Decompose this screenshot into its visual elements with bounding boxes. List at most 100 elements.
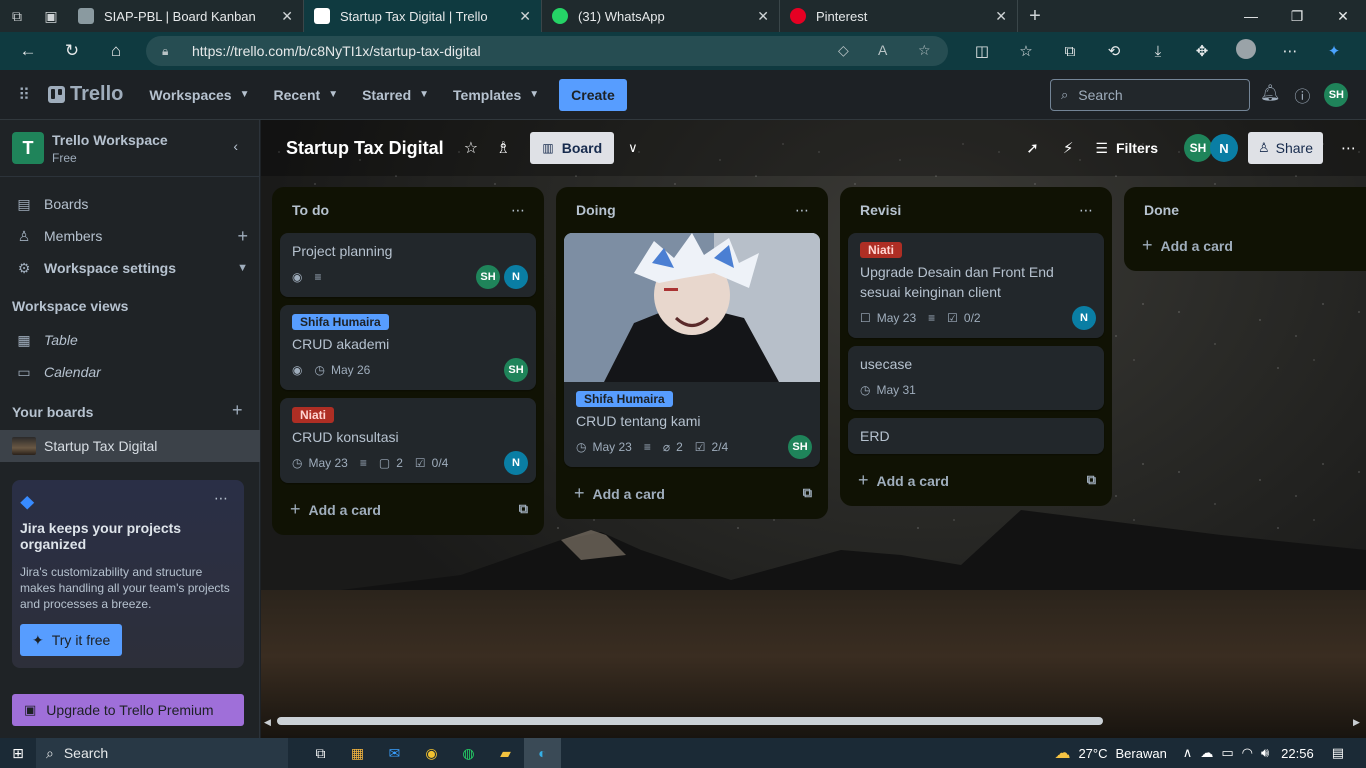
notifications-icon[interactable]: 🔔︎ — [1260, 83, 1280, 107]
vertical-tabs-icon[interactable]: ▣ — [34, 0, 68, 32]
sidebar-item-calendar[interactable]: ▭ Calendar — [0, 356, 260, 388]
list-actions-icon[interactable]: ⋯ — [795, 202, 810, 219]
member-avatar[interactable]: N — [504, 451, 528, 475]
board-member-avatar[interactable]: N — [1209, 134, 1238, 162]
member-avatar[interactable]: N — [504, 265, 528, 289]
menu-starred[interactable]: Starred ▼ — [350, 87, 441, 103]
add-card-button[interactable]: + Add a card — [1132, 227, 1366, 263]
edge-icon[interactable]: ◐ — [524, 738, 561, 768]
notifications-center-icon[interactable]: ▤ — [1332, 745, 1344, 761]
add-card-button[interactable]: + Add a card ⧉ — [848, 462, 1104, 498]
list-title[interactable]: Done — [1144, 202, 1179, 218]
visibility-icon[interactable]: ♗ — [496, 138, 510, 158]
close-tab-icon[interactable]: ✕ — [519, 8, 531, 25]
chevron-down-icon[interactable]: ∨ — [628, 140, 638, 156]
sidebar-item-members[interactable]: ♙ Members + — [0, 220, 260, 252]
menu-templates[interactable]: Templates ▼ — [441, 87, 551, 103]
app-available-icon[interactable]: ◇ — [838, 42, 849, 59]
board-title[interactable]: Startup Tax Digital — [286, 138, 444, 159]
menu-recent[interactable]: Recent ▼ — [262, 87, 351, 103]
extensions-icon[interactable]: ✥ — [1180, 42, 1224, 60]
more-options-icon[interactable]: ⋯ — [1268, 42, 1312, 60]
member-avatar[interactable]: SH — [476, 265, 500, 289]
clock-time[interactable]: 22:56 — [1281, 746, 1314, 761]
member-avatar[interactable]: SH — [788, 435, 812, 459]
close-tab-icon[interactable]: ✕ — [995, 8, 1007, 25]
weather-temperature[interactable]: 27°C — [1078, 746, 1107, 761]
help-icon[interactable]: ⓘ — [1294, 83, 1310, 107]
upgrade-premium-button[interactable]: ▣ Upgrade to Trello Premium — [12, 694, 244, 726]
close-window-icon[interactable]: ✕ — [1320, 0, 1366, 32]
workspace-name[interactable]: Trello Workspace — [52, 132, 168, 148]
card[interactable]: Niati Upgrade Desain dan Front End sesua… — [848, 233, 1104, 338]
list-actions-icon[interactable]: ⋯ — [1079, 202, 1094, 219]
collapse-sidebar-icon[interactable]: ‹ — [233, 138, 238, 154]
collections-icon[interactable]: ⧉ — [1048, 43, 1092, 60]
chevron-up-icon[interactable]: ∧ — [1183, 745, 1193, 761]
sidebar-item-table[interactable]: ▦ Table — [0, 324, 260, 356]
url-field[interactable]: 🔒︎ https://trello.com/b/c8NyTI1x/startup… — [146, 36, 948, 66]
weather-description[interactable]: Berawan — [1115, 746, 1166, 761]
search-input[interactable]: ⌕ Search — [1050, 79, 1250, 111]
card[interactable]: usecase ◷ May 31 — [848, 346, 1104, 410]
workspaces-icon[interactable]: ⧉ — [0, 0, 34, 32]
windows-start-icon[interactable]: ⊞ — [0, 745, 36, 762]
trello-logo[interactable]: Trello — [48, 83, 123, 106]
create-from-template-icon[interactable]: ⧉ — [519, 501, 528, 517]
scroll-right-icon[interactable]: ▶ — [1353, 717, 1360, 728]
list-title[interactable]: Revisi — [860, 202, 901, 218]
restore-icon[interactable]: ❐ — [1274, 0, 1320, 32]
card[interactable]: Niati CRUD konsultasi ◷ May 23 ≡ ▢ 2 ☑ 0/4 … — [280, 398, 536, 483]
star-icon[interactable]: ☆ — [464, 138, 478, 158]
battery-icon[interactable]: ▭ — [1221, 745, 1233, 761]
horizontal-scrollbar[interactable] — [277, 717, 1103, 725]
sidebar-item-boards[interactable]: ▤ Boards — [0, 188, 260, 220]
task-view-icon[interactable]: ⧉ — [302, 738, 339, 768]
wifi-icon[interactable]: ◠ — [1242, 745, 1253, 761]
promo-more-icon[interactable]: ⋯ — [214, 490, 228, 507]
filters-button[interactable]: ☰ Filters — [1095, 140, 1158, 157]
minimize-icon[interactable]: — — [1228, 0, 1274, 32]
scroll-left-icon[interactable]: ◀ — [264, 717, 271, 728]
automation-icon[interactable]: ⚡ — [1063, 139, 1074, 157]
home-icon[interactable]: ⌂ — [94, 32, 138, 70]
member-avatar[interactable]: N — [1072, 306, 1096, 330]
app-switcher-icon[interactable]: ⠿ — [0, 85, 48, 105]
share-button[interactable]: ♙ Share — [1247, 132, 1323, 164]
user-avatar[interactable]: SH — [1324, 83, 1349, 107]
taskbar-search[interactable]: ⌕ Search — [36, 738, 288, 768]
browser-tab[interactable]: Pinterest ✕ — [780, 0, 1018, 32]
card[interactable]: ERD — [848, 418, 1104, 454]
file-explorer-icon[interactable]: ▰ — [487, 738, 524, 768]
volume-icon[interactable]: 🔊︎ — [1261, 745, 1269, 761]
create-from-template-icon[interactable]: ⧉ — [1087, 472, 1096, 488]
list-actions-icon[interactable]: ⋯ — [511, 202, 526, 219]
onedrive-icon[interactable]: ☁ — [1200, 745, 1213, 761]
favorite-star-icon[interactable]: ☆ — [918, 42, 931, 59]
downloads-icon[interactable]: ⤓ — [1136, 43, 1180, 60]
list-title[interactable]: Doing — [576, 202, 616, 218]
copilot-icon[interactable]: ✦ — [1312, 42, 1356, 60]
card[interactable]: Shifa Humaira CRUD tentang kami ◷ May 23 … — [564, 233, 820, 467]
history-icon[interactable]: ⟲ — [1092, 42, 1136, 60]
menu-workspaces[interactable]: Workspaces ▼ — [137, 87, 261, 103]
board-menu-icon[interactable]: ⋯ — [1341, 139, 1356, 157]
try-it-free-button[interactable]: ✦ Try it free — [20, 624, 123, 656]
create-button[interactable]: Create — [559, 78, 627, 111]
card[interactable]: Project planning ◉ ≡ SH N — [280, 233, 536, 297]
new-tab-icon[interactable]: + — [1018, 0, 1052, 32]
back-icon[interactable]: ← — [6, 32, 50, 70]
chrome-icon[interactable]: ◉ — [413, 738, 450, 768]
browser-tab[interactable]: (31) WhatsApp ✕ — [542, 0, 780, 32]
card[interactable]: Shifa Humaira CRUD akademi ◉ ◷ May 26 SH — [280, 305, 536, 390]
member-avatar[interactable]: SH — [504, 358, 528, 382]
split-screen-icon[interactable]: ◫ — [960, 42, 1004, 60]
add-member-icon[interactable]: + — [237, 226, 248, 247]
add-card-button[interactable]: + Add a card ⧉ — [564, 475, 820, 511]
add-card-button[interactable]: + Add a card ⧉ — [280, 491, 536, 527]
mail-icon[interactable]: ✉ — [376, 738, 413, 768]
add-board-icon[interactable]: + — [232, 400, 243, 421]
read-aloud-icon[interactable]: A — [878, 42, 887, 58]
refresh-icon[interactable]: ↻ — [50, 32, 94, 70]
close-tab-icon[interactable]: ✕ — [281, 8, 293, 25]
